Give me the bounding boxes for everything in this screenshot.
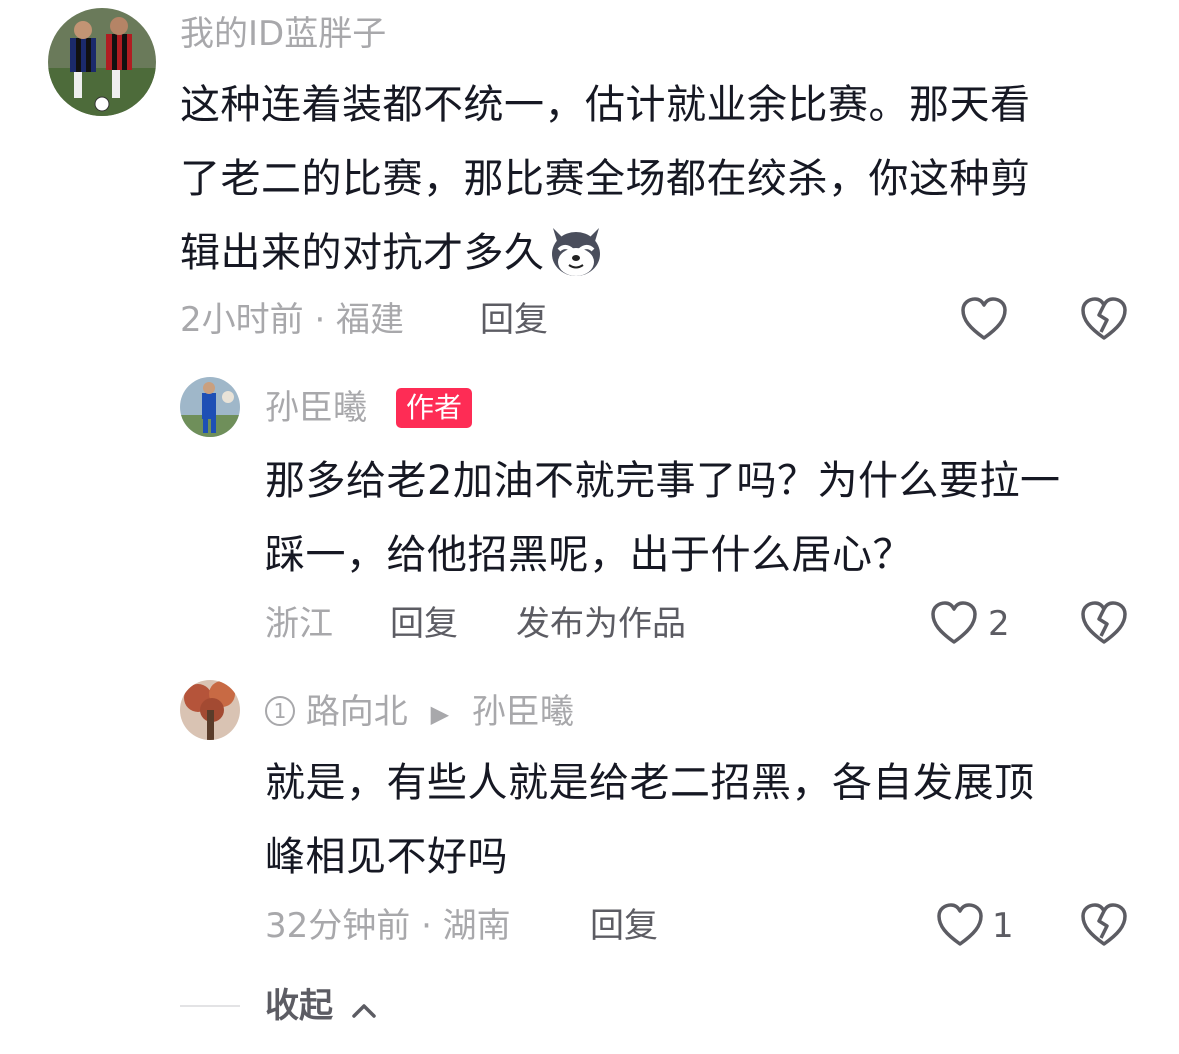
comment-text-line: 辑出来的对抗才多久 [180, 216, 1140, 290]
reply-text-line: 峰相见不好吗 [265, 834, 508, 880]
author-badge: 作者 [396, 388, 473, 428]
reply-button[interactable]: 回复 [480, 300, 548, 340]
reply-button[interactable]: 回复 [590, 906, 658, 946]
dislike-broken-heart-icon[interactable] [1080, 600, 1128, 646]
like-heart-icon[interactable] [960, 296, 1008, 342]
collapse-label: 收起 [265, 986, 333, 1026]
reply-username[interactable]: 1 路向北 ▶ 孙臣曦 [265, 692, 574, 734]
comment-username[interactable]: 我的ID蓝胖子 [180, 14, 386, 54]
fan-level-badge: 1 [265, 695, 295, 726]
chevron-up-icon [351, 988, 377, 1028]
reply-username[interactable]: 孙臣曦 [265, 388, 367, 428]
comment-meta: 2小时前 · 福建 [180, 300, 405, 340]
reply-text-line: 踩一，给他招黑呢，出于什么居心？ [265, 532, 913, 578]
comment-text-line: 这种连着装都不统一，估计就业余比赛。那天看 [180, 82, 1031, 128]
reply-username-text: 路向北 [305, 692, 408, 732]
reply-meta: 32分钟前 · 湖南 [265, 906, 511, 946]
like-count: 2 [988, 604, 1010, 644]
avatar[interactable] [48, 8, 156, 116]
husky-smirk-emoji-icon [545, 220, 607, 282]
reply-arrow-icon: ▶ [430, 699, 450, 728]
reply-meta: 浙江 [265, 604, 333, 644]
like-count: 1 [992, 906, 1014, 946]
reply-text: 那多给老2加油不就完事了吗？为什么要拉一 踩一，给他招黑呢，出于什么居心？ [265, 444, 1145, 592]
reply-button[interactable]: 回复 [390, 604, 458, 644]
reply-text-line: 那多给老2加油不就完事了吗？为什么要拉一 [265, 458, 1061, 504]
comment-text-line: 了老二的比赛，那比赛全场都在绞杀，你这种剪 [180, 156, 1031, 202]
reply-text-line: 就是，有些人就是给老二招黑，各自发展顶 [265, 760, 1035, 806]
reply-to-username[interactable]: 孙臣曦 [472, 692, 574, 732]
collapse-divider [180, 1005, 240, 1007]
like-heart-icon[interactable] [930, 600, 978, 646]
like-heart-icon[interactable] [936, 902, 984, 948]
dislike-broken-heart-icon[interactable] [1080, 296, 1128, 342]
dislike-broken-heart-icon[interactable] [1080, 902, 1128, 948]
publish-as-work-button[interactable]: 发布为作品 [516, 604, 686, 644]
comment-text-fragment: 辑出来的对抗才多久 [180, 230, 545, 276]
avatar[interactable] [180, 680, 240, 740]
avatar[interactable] [180, 377, 240, 437]
comment-text: 这种连着装都不统一，估计就业余比赛。那天看 了老二的比赛，那比赛全场都在绞杀，你… [180, 68, 1140, 290]
collapse-replies-button[interactable]: 收起 [265, 986, 377, 1028]
comment-thread: 我的ID蓝胖子 这种连着装都不统一，估计就业余比赛。那天看 了老二的比赛，那比赛… [0, 0, 1179, 1054]
reply-text: 就是，有些人就是给老二招黑，各自发展顶 峰相见不好吗 [265, 746, 1145, 894]
